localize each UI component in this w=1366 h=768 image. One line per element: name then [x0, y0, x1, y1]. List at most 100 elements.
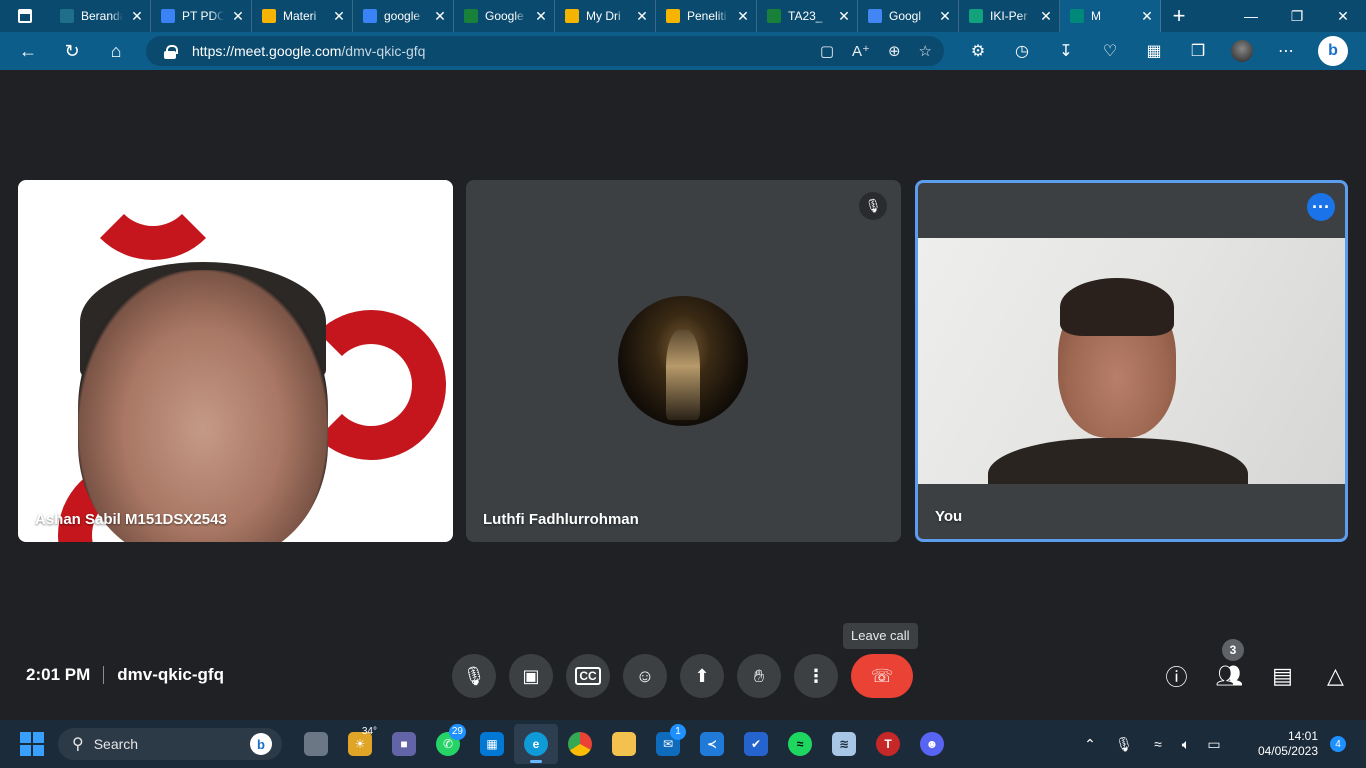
- browser-tab[interactable]: Peneliti ✕: [656, 0, 757, 32]
- downloads-icon[interactable]: ↧: [1044, 41, 1088, 61]
- close-tab-icon[interactable]: ✕: [231, 8, 245, 25]
- new-tab-button[interactable]: +: [1161, 0, 1197, 32]
- whatsapp-icon[interactable]: ✆ 29: [426, 724, 470, 764]
- close-tab-icon[interactable]: ✕: [130, 8, 144, 25]
- wifi-icon[interactable]: ≈: [1144, 736, 1172, 752]
- phone-hangup-icon: ☏: [870, 665, 894, 686]
- close-tab-icon[interactable]: ✕: [837, 8, 851, 25]
- browser-toolbar-right: ⚙ ◷ ↧ ♡ ▦ ❒ ⋯ b: [956, 32, 1348, 70]
- profile-avatar[interactable]: [1231, 40, 1253, 62]
- browser-tab[interactable]: M ✕: [1060, 0, 1161, 32]
- home-button[interactable]: ⌂: [94, 32, 138, 70]
- camera-permission-icon[interactable]: ▢: [820, 42, 834, 60]
- screenshot-icon[interactable]: ▦: [1132, 41, 1176, 61]
- meet-stage: Ashan Sabil M151DSX2543 🎙︎ Luthfi Fadhlu…: [0, 70, 1366, 720]
- browser-tab[interactable]: google ✕: [353, 0, 454, 32]
- restore-button[interactable]: ❐: [1274, 0, 1320, 32]
- extensions-icon[interactable]: ⚙: [956, 41, 1000, 61]
- edge-icon[interactable]: e: [514, 724, 558, 764]
- more-menu-icon[interactable]: ⋯: [1264, 41, 1308, 61]
- volume-icon[interactable]: 🔈︎: [1172, 736, 1200, 753]
- chat-button[interactable]: ▤: [1268, 660, 1297, 692]
- discord-icon[interactable]: ☻: [910, 724, 954, 764]
- tab-favicon-icon: [767, 9, 781, 23]
- address-bar[interactable]: https://meet.google.com/dmv-qkic-gfq ▢ A…: [146, 36, 944, 66]
- browser-tab[interactable]: PT PDC ✕: [151, 0, 252, 32]
- browser-tab[interactable]: TA23_ ✕: [757, 0, 858, 32]
- minimize-button[interactable]: —: [1228, 0, 1274, 32]
- close-tab-icon[interactable]: ✕: [1140, 8, 1154, 25]
- tab-title: TA23_: [788, 9, 823, 23]
- file-explorer-icon[interactable]: [602, 724, 646, 764]
- refresh-button[interactable]: ↻: [50, 32, 94, 70]
- spotify-icon[interactable]: ≈: [778, 724, 822, 764]
- mic-off-icon: 🎙︎: [859, 192, 887, 220]
- camera-button[interactable]: ▣: [509, 654, 553, 698]
- notification-badge[interactable]: 4: [1330, 736, 1346, 752]
- leave-call-button[interactable]: ☏: [851, 654, 913, 698]
- mail-icon[interactable]: ✉ 1: [646, 724, 690, 764]
- meeting-side-controls: ⓘ 👥︎ ▤ △: [1162, 660, 1350, 692]
- emoji-button[interactable]: ☺: [623, 654, 667, 698]
- taskbar-search[interactable]: ⚲ Search b: [58, 728, 282, 760]
- close-tab-icon[interactable]: ✕: [1039, 8, 1053, 25]
- history-icon[interactable]: ◷: [1000, 41, 1044, 61]
- vscode-icon[interactable]: ≺: [690, 724, 734, 764]
- tab-actions-button[interactable]: [0, 0, 50, 32]
- collections-icon[interactable]: ❒: [1176, 41, 1220, 61]
- tab-favicon-icon: [262, 9, 276, 23]
- todo-icon[interactable]: ✔: [734, 724, 778, 764]
- participant-tile-1[interactable]: Ashan Sabil M151DSX2543: [18, 180, 453, 542]
- close-window-button[interactable]: ✕: [1320, 0, 1366, 32]
- chevron-up-icon[interactable]: ⌃: [1076, 736, 1104, 753]
- present-button[interactable]: ⬆: [680, 654, 724, 698]
- chrome-icon[interactable]: [558, 724, 602, 764]
- raise-hand-button[interactable]: ✋︎: [737, 654, 781, 698]
- activities-button[interactable]: △: [1321, 660, 1350, 692]
- participant-video-face: [78, 270, 328, 542]
- browser-tab[interactable]: Google ✕: [454, 0, 555, 32]
- captions-button[interactable]: CC: [566, 654, 610, 698]
- battery-icon[interactable]: ▭: [1200, 736, 1228, 753]
- participant-tile-self[interactable]: ··· You: [915, 180, 1348, 542]
- self-video: [918, 238, 1345, 484]
- start-button[interactable]: [20, 732, 44, 756]
- window-controls: — ❐ ✕: [1228, 0, 1366, 32]
- close-tab-icon[interactable]: ✕: [534, 8, 548, 25]
- microphone-button[interactable]: 🎙︎: [452, 654, 496, 698]
- browser-tab[interactable]: Beranda ✕: [50, 0, 151, 32]
- browser-tab[interactable]: IKI-Per ✕: [959, 0, 1060, 32]
- participant-tile-2[interactable]: 🎙︎ Luthfi Fadhlurrohman: [466, 180, 901, 542]
- t-app-icon[interactable]: T: [866, 724, 910, 764]
- browser-tab[interactable]: My Dri ✕: [555, 0, 656, 32]
- more-options-button[interactable]: ⋮: [794, 654, 838, 698]
- more-vert-icon: ⋮: [807, 665, 825, 686]
- task-view-icon[interactable]: [294, 724, 338, 764]
- close-tab-icon[interactable]: ✕: [433, 8, 447, 25]
- browser-tab[interactable]: Googl ✕: [858, 0, 959, 32]
- bing-chat-icon[interactable]: b: [1318, 36, 1348, 66]
- close-tab-icon[interactable]: ✕: [736, 8, 750, 25]
- search-placeholder: Search: [93, 736, 139, 752]
- people-button[interactable]: 👥︎: [1215, 660, 1244, 692]
- task-manager-icon[interactable]: ≋: [822, 724, 866, 764]
- weather-widget[interactable]: ☀ 34°: [338, 724, 382, 764]
- meeting-details-button[interactable]: ⓘ: [1162, 660, 1191, 692]
- close-tab-icon[interactable]: ✕: [635, 8, 649, 25]
- back-button[interactable]: ←: [6, 32, 50, 70]
- taskbar-clock[interactable]: 14:01 04/05/2023: [1238, 729, 1318, 759]
- tab-title: google: [384, 9, 421, 23]
- microphone-tray-icon[interactable]: 🎙︎: [1110, 736, 1138, 753]
- zoom-icon[interactable]: ⊕: [888, 42, 901, 60]
- health-icon[interactable]: ♡: [1088, 41, 1132, 61]
- teams-chat-icon[interactable]: ■: [382, 724, 426, 764]
- mic-icon: 🎙︎: [462, 665, 486, 686]
- read-aloud-icon[interactable]: A⁺: [852, 42, 870, 60]
- microsoft-store-icon[interactable]: ▦: [470, 724, 514, 764]
- close-tab-icon[interactable]: ✕: [938, 8, 952, 25]
- more-options-icon[interactable]: ···: [1307, 193, 1335, 221]
- close-tab-icon[interactable]: ✕: [332, 8, 346, 25]
- add-favorite-icon[interactable]: ☆: [919, 42, 932, 60]
- browser-tab[interactable]: Materi ✕: [252, 0, 353, 32]
- address-bar-icons: ▢ A⁺ ⊕ ☆: [820, 36, 932, 66]
